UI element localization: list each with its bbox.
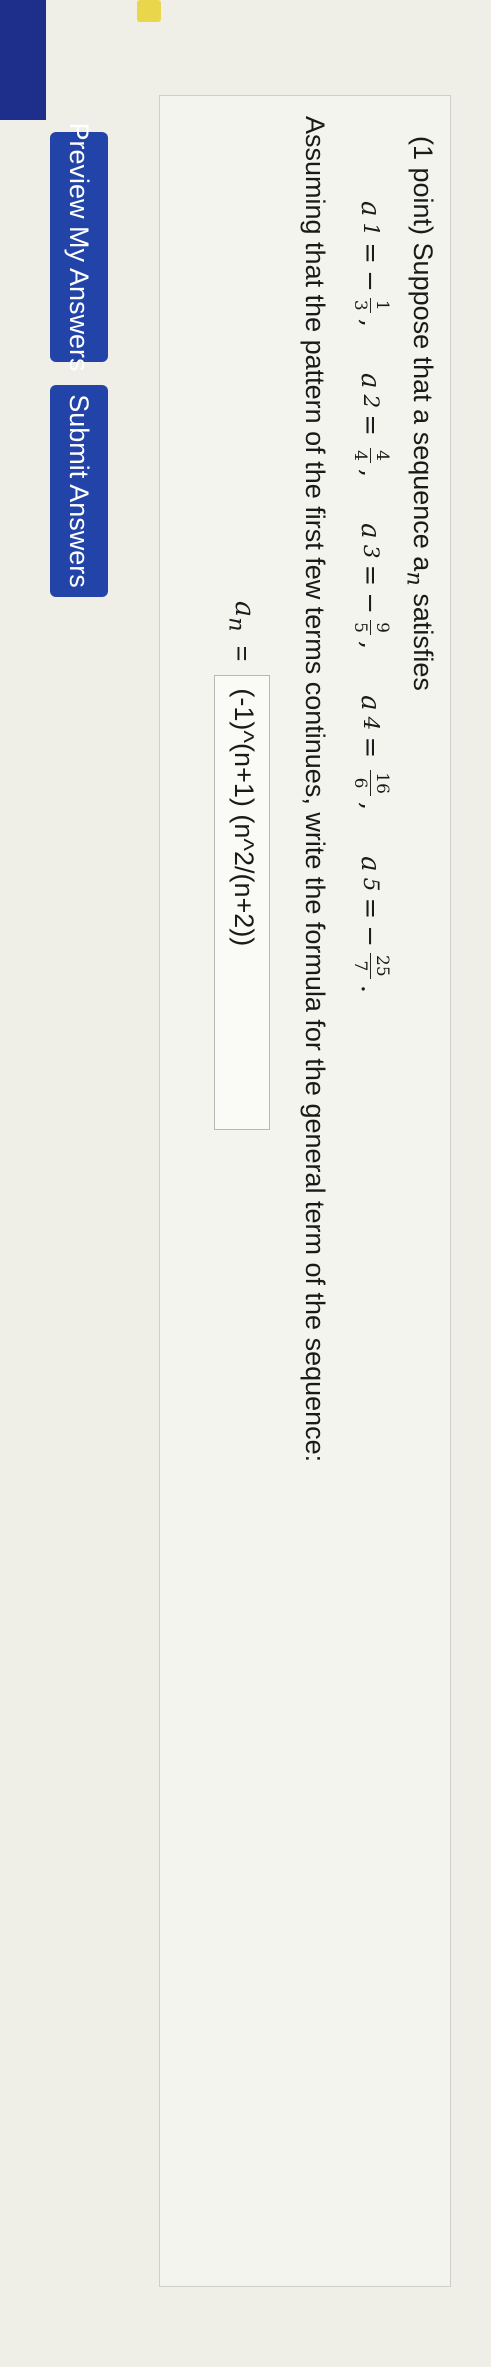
status-marker-icon	[137, 0, 161, 22]
problem-intro-end: satisfies	[408, 585, 438, 691]
problem-intro-subscript: n	[401, 571, 428, 586]
answer-input[interactable]: (-1)^(n+1) (n^2/(n+2))	[214, 675, 270, 1131]
formula-row: an = (-1)^(n+1) (n^2/(n+2))	[214, 601, 270, 1131]
submit-answers-button[interactable]: Submit Answers	[50, 385, 108, 597]
problem-intro-text: (1 point) Suppose that a sequence a	[408, 136, 438, 572]
header-accent-bar	[0, 0, 46, 120]
page-canvas: (1 point) Suppose that a sequence an sat…	[0, 0, 491, 2367]
formula-equals: =	[227, 645, 258, 662]
sequence-term: a1 = −1 3,	[350, 201, 392, 327]
preview-answers-button[interactable]: Preview My Answers	[50, 122, 108, 372]
sequence-term: a2 = 44,	[350, 372, 392, 478]
formula-label: an	[223, 601, 261, 632]
sequence-term: a3 = −9 5,	[350, 523, 392, 650]
problem-intro: (1 point) Suppose that a sequence an sat…	[402, 136, 438, 691]
problem-card: (1 point) Suppose that a sequence an sat…	[159, 95, 451, 2287]
sequence-term: a5 = −25 7.	[350, 856, 392, 993]
sequence-terms: a1 = −1 3, a 2 = 44, a3 = −9 5, a 4 = 16 6, a 5 = …	[350, 201, 392, 993]
sequence-term: a4 = 16 6,	[350, 695, 392, 811]
instruction-text: Assuming that the pattern of the first f…	[300, 116, 330, 1463]
